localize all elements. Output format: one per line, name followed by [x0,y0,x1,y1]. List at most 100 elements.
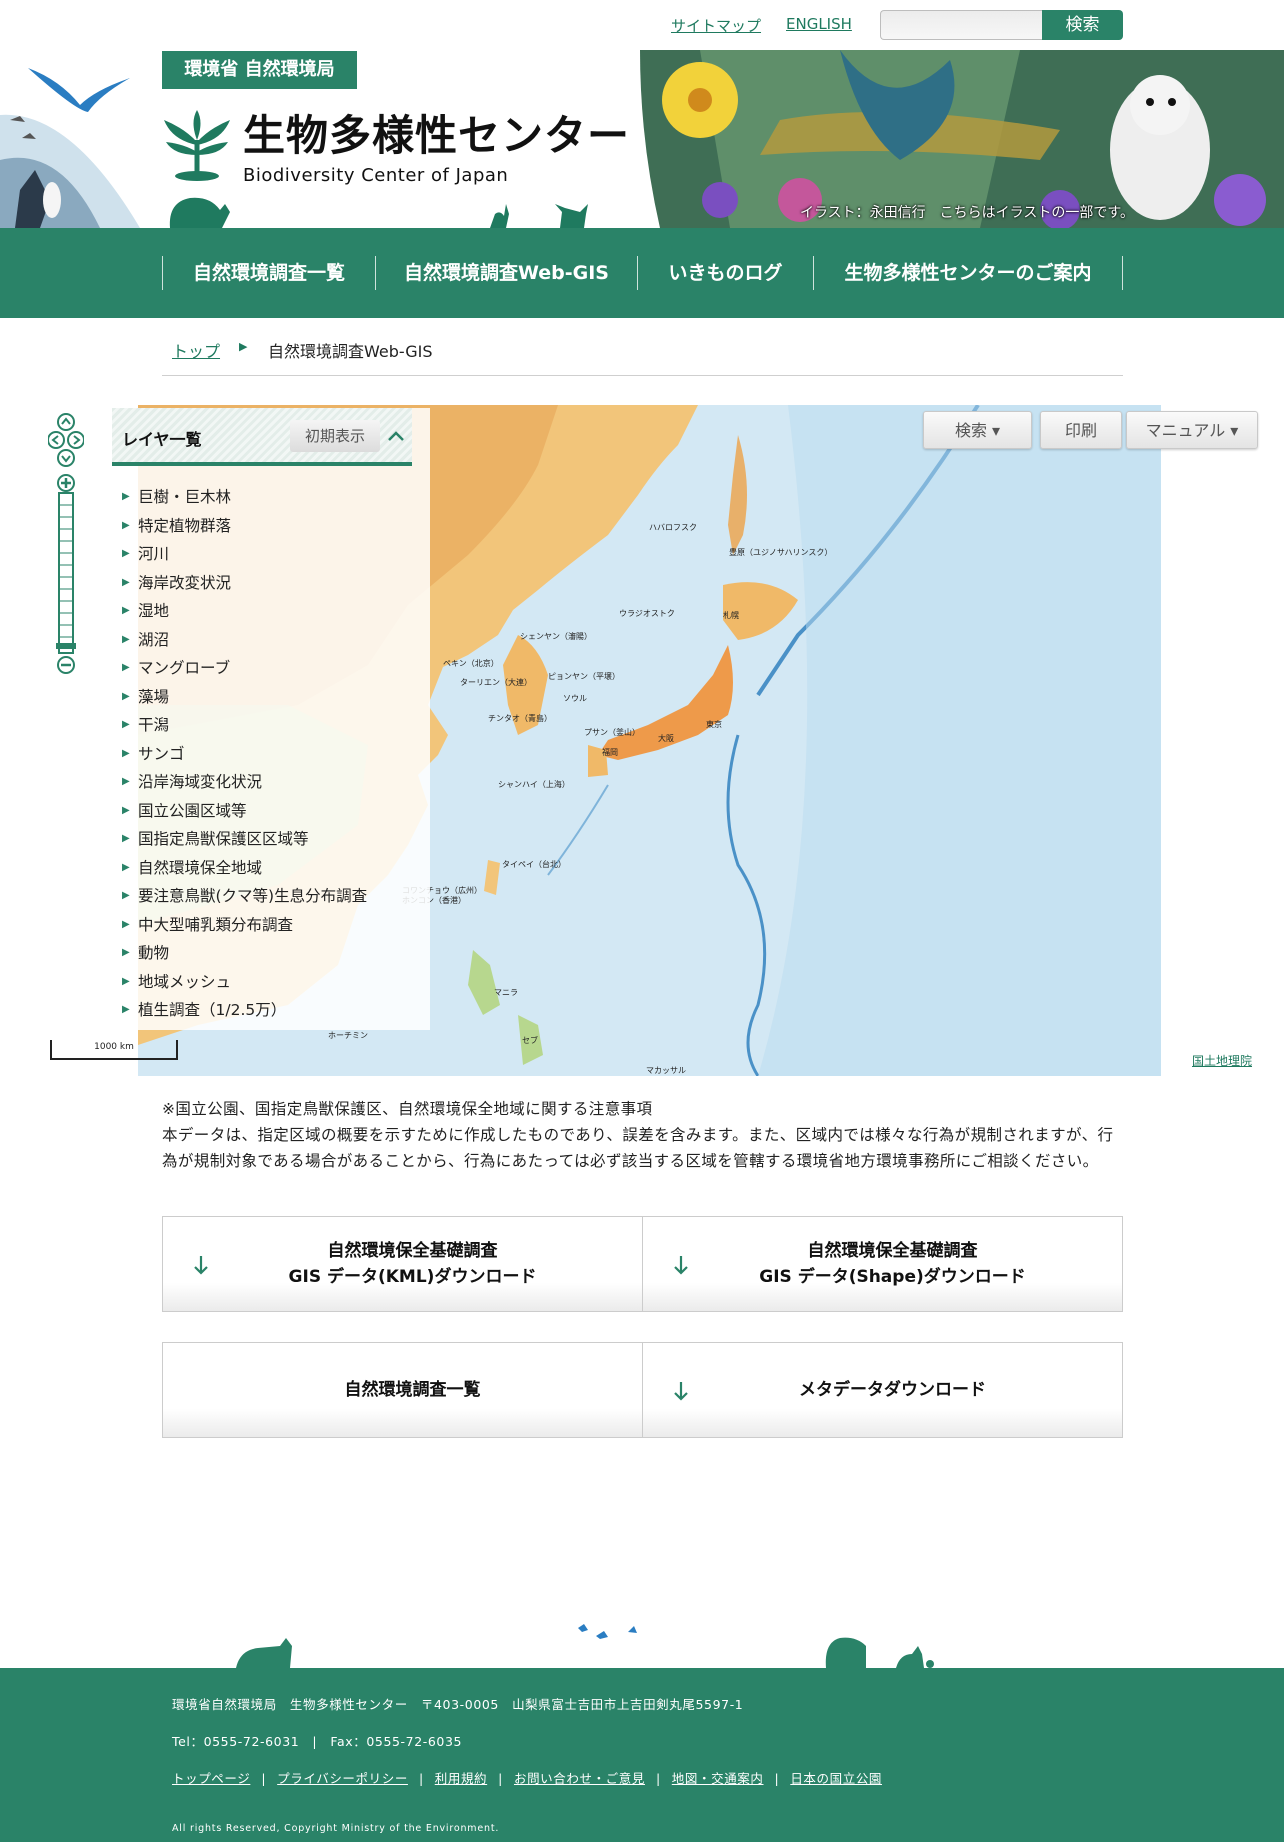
english-link[interactable]: ENGLISH [786,15,852,33]
layer-label: 特定植物群落 [138,516,232,535]
layer-label: サンゴ [138,744,185,763]
kml-download-button[interactable]: 自然環境保全基礎調査 GIS データ(KML)ダウンロード [162,1216,643,1312]
footer-link-top[interactable]: トップページ [172,1771,250,1786]
footer-address: 環境省自然環境局 生物多様性センター 〒403-0005 山梨県富士吉田市上吉田… [172,1697,744,1712]
metadata-download-label: メタデータダウンロード [799,1380,986,1400]
footer-link-terms[interactable]: 利用規約 [435,1771,487,1786]
city-label: ターリエン（大連） [460,678,532,687]
city-label: 大阪 [658,734,674,743]
map-scale-bar: 1000 km [50,1040,178,1060]
map-search-button[interactable]: 検索 ▾ [923,411,1032,449]
layer-item[interactable]: ▶ 特定植物群落 [112,512,430,541]
layer-label: 藻場 [138,687,170,706]
layer-item[interactable]: ▶ 植生調査（1/2.5万） [112,996,430,1025]
layer-item[interactable]: ▶ 巨樹・巨木林 [112,483,430,512]
layer-item[interactable]: ▶ マングローブ [112,654,430,683]
notice-section: ※国立公園、国指定鳥獣保護区、自然環境保全地域に関する注意事項 本データは、指定… [162,1096,1127,1174]
layer-label: 要注意鳥獣(クマ等)生息分布調査 [138,887,368,905]
city-label: ハバロフスク [649,523,697,532]
city-label: タイペイ（台北） [502,860,566,869]
layer-item[interactable]: ▶ 干潟 [112,711,430,740]
city-label: シェンヤン（瀋陽） [520,632,592,641]
layer-label: マングローブ [138,659,231,677]
layer-label: 動物 [138,944,170,962]
layer-label: 海岸改変状況 [138,573,232,592]
layer-item[interactable]: ▶ 中大型哺乳類分布調査 [112,911,430,940]
layer-label: 河川 [138,545,170,563]
footer-links: トップページ | プライバシーポリシー | 利用規約 | お問い合わせ・ご意見 | 地図・交通案… [172,1768,882,1787]
nav-divider [1122,256,1123,290]
layer-label: 自然環境保全地域 [138,858,263,877]
city-label: 東京 [706,720,722,729]
breadcrumb-top-link[interactable]: トップ [172,338,220,362]
footer-copyright: All rights Reserved, Copyright Ministry … [172,1823,500,1834]
breadcrumb: トップ ▶ 自然環境調査Web-GIS [162,336,1123,376]
survey-list-button[interactable]: 自然環境調査一覧 [162,1342,643,1438]
layer-item[interactable]: ▶ 自然環境保全地域 [112,854,430,883]
layer-item[interactable]: ▶ 河川 [112,540,430,569]
map-print-button[interactable]: 印刷 [1040,411,1122,449]
footer-separator: | [498,1771,503,1786]
layer-label: 植生調査（1/2.5万） [138,1001,287,1019]
reset-view-button[interactable]: 初期表示 [290,420,380,452]
footer-separator: | [261,1771,267,1786]
city-label: ピョンヤン（平壌） [548,672,620,681]
layer-item[interactable]: ▶ 沿岸海域変化状況 [112,768,430,797]
layer-item[interactable]: ▶ 国指定鳥獣保護区区域等 [112,825,430,854]
sitemap-link[interactable]: サイトマップ [671,15,761,36]
layer-item[interactable]: ▶ 地域メッシュ [112,968,430,997]
city-label: マカッサル [646,1066,686,1075]
shape-download-line1: 自然環境保全基礎調査 [807,1241,978,1261]
triangle-right-icon: ▶ [122,548,130,559]
triangle-right-icon: ▶ [122,975,130,987]
layer-item[interactable]: ▶ 要注意鳥獣(クマ等)生息分布調査 [112,882,430,911]
layer-item[interactable]: ▶ 湿地 [112,597,430,626]
layer-label: 国指定鳥獣保護区区域等 [138,830,309,848]
city-label: セブ [522,1036,538,1045]
metadata-download-button[interactable]: メタデータダウンロード [642,1342,1123,1438]
site-search-button[interactable]: 検索 [1042,10,1123,40]
nav-web-gis[interactable]: 自然環境調査Web-GIS [375,256,637,290]
nav-center-guide[interactable]: 生物多様性センターのご案内 [813,256,1122,290]
pan-up-icon [57,413,75,431]
notice-heading: ※国立公園、国指定鳥獣保護区、自然環境保全地域に関する注意事項 [162,1100,653,1118]
layer-item[interactable]: ▶ 藻場 [112,683,430,712]
triangle-right-icon: ▶ [122,576,130,588]
site-title: 生物多様性センター [243,111,631,160]
gsi-attribution-link[interactable]: 国土地理院 [1192,1052,1252,1069]
kml-download-label: 自然環境保全基礎調査 GIS データ(KML)ダウンロード [203,1238,622,1290]
site-search-input[interactable] [880,10,1043,40]
kml-download-line2: GIS データ(KML)ダウンロード [288,1267,537,1287]
chevron-up-icon[interactable] [384,424,408,448]
breadcrumb-arrow-icon: ▶ [239,340,248,353]
shape-download-button[interactable]: 自然環境保全基礎調査 GIS データ(Shape)ダウンロード [642,1216,1123,1312]
footer-link-privacy[interactable]: プライバシーポリシー [277,1771,408,1786]
city-label: シャンハイ（上海） [498,780,570,789]
breadcrumb-current: 自然環境調査Web-GIS [268,342,433,361]
footer-separator: | [418,1771,424,1786]
triangle-right-icon: ▶ [122,890,130,901]
layer-label: 湖沼 [138,630,170,649]
illustration-credit: イラスト：永田信行 こちらはイラストの一部です。 [799,205,1134,221]
nav-survey-list[interactable]: 自然環境調査一覧 [162,256,375,290]
city-label: ホーチミン [328,1031,368,1040]
survey-list-label: 自然環境調査一覧 [344,1380,481,1400]
layer-label: 中大型哺乳類分布調査 [138,915,294,934]
layer-item[interactable]: ▶ サンゴ [112,740,430,769]
nav-ikimono-log[interactable]: いきものログ [637,256,813,290]
layer-item[interactable]: ▶ 湖沼 [112,626,430,655]
layer-panel: レイヤ一覧 初期表示 ▶ 巨樹・巨木林 ▶ 特定植物群落 ▶ 河川 ▶ 海岸改変状況 ▶… [112,408,430,1030]
triangle-right-icon: ▶ [122,605,130,616]
zoom-control[interactable] [48,413,84,677]
layer-item[interactable]: ▶ 国立公園区域等 [112,797,430,826]
map-manual-button[interactable]: マニュアル ▾ [1126,411,1258,449]
layer-item[interactable]: ▶ 動物 [112,939,430,968]
triangle-right-icon: ▶ [122,747,130,759]
footer-link-contact[interactable]: お問い合わせ・ご意見 [514,1771,645,1786]
footer-link-access[interactable]: 地図・交通案内 [672,1771,764,1786]
footer-link-national-parks[interactable]: 日本の国立公園 [790,1771,882,1786]
layer-item[interactable]: ▶ 海岸改変状況 [112,569,430,598]
layer-panel-title: レイヤ一覧 [122,430,202,449]
layer-list: ▶ 巨樹・巨木林 ▶ 特定植物群落 ▶ 河川 ▶ 海岸改変状況 ▶ 湿地 ▶ 湖沼 ▶ マング… [112,483,430,1025]
footer-separator: | [774,1771,780,1786]
